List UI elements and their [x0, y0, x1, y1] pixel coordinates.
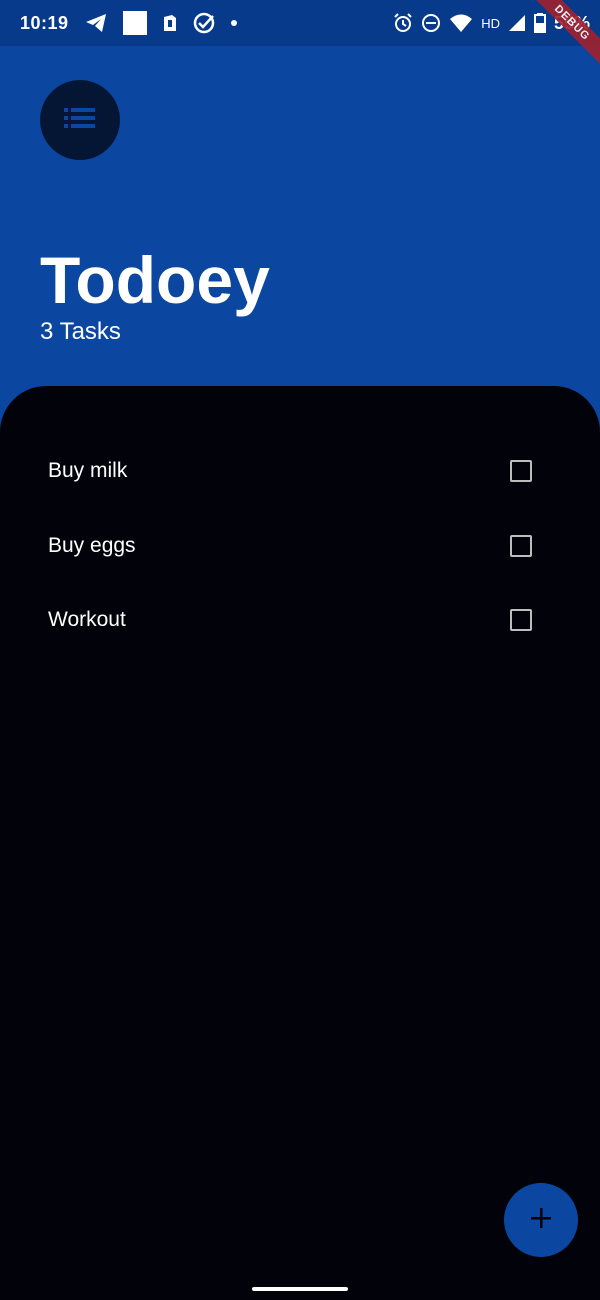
- check-circle-icon: [193, 12, 215, 34]
- task-count: 3 Tasks: [40, 318, 121, 345]
- task-checkbox[interactable]: [510, 460, 532, 483]
- battery-icon: [533, 13, 546, 33]
- status-time: 10:19: [20, 12, 69, 33]
- wifi-icon: [449, 13, 473, 33]
- notification-icons: [85, 11, 237, 35]
- square-notification-icon: [122, 11, 147, 35]
- task-item[interactable]: Buy eggs: [0, 509, 600, 584]
- app-notification-icon: [163, 14, 177, 32]
- task-label: Workout: [48, 608, 126, 632]
- network-type: HD: [481, 15, 500, 31]
- task-label: Buy eggs: [48, 533, 136, 557]
- alarm-icon: [393, 13, 413, 33]
- add-task-button[interactable]: [504, 1183, 578, 1257]
- telegram-icon: [85, 13, 107, 33]
- signal-icon: [508, 14, 526, 32]
- task-label: Buy milk: [48, 459, 128, 483]
- app-screen: 10:19 HD DEBUG Todoey 3 Tasks Buy milk B…: [0, 0, 600, 1300]
- status-bar: 10:19 HD: [0, 0, 600, 46]
- task-item[interactable]: Workout: [0, 583, 600, 658]
- menu-avatar-button[interactable]: [40, 80, 120, 160]
- app-title: Todoey: [40, 243, 270, 317]
- task-checkbox[interactable]: [510, 534, 532, 557]
- plus-icon: [530, 1207, 552, 1234]
- task-checkbox[interactable]: [510, 609, 532, 632]
- dot-icon: [230, 20, 237, 26]
- task-sheet: Buy milk Buy eggs Workout: [0, 386, 600, 1300]
- do-not-disturb-icon: [421, 13, 441, 33]
- home-indicator[interactable]: [252, 1287, 348, 1291]
- task-list: Buy milk Buy eggs Workout: [0, 434, 600, 658]
- list-icon: [64, 107, 96, 134]
- task-item[interactable]: Buy milk: [0, 434, 600, 509]
